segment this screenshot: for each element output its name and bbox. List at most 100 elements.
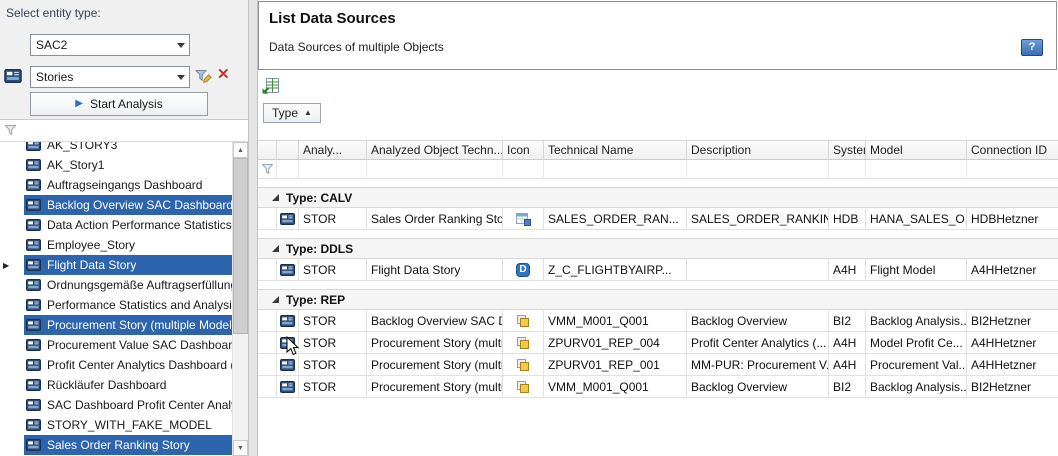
start-analysis-button[interactable]: ▶ Start Analysis [30, 92, 208, 116]
list-item-label: Procurement Value SAC Dashboard [47, 338, 232, 352]
group-expanded-icon [272, 245, 279, 252]
list-item[interactable]: Sales Order Ranking Story [0, 435, 232, 455]
list-item[interactable]: Procurement Story (multiple Models) [0, 315, 232, 335]
scrollbar-thumb[interactable] [233, 158, 248, 334]
column-header[interactable]: Description [687, 141, 829, 159]
help-button[interactable]: ? [1021, 39, 1043, 56]
data-row[interactable]: STORSales Order Ranking Story SALES_ORDE… [258, 208, 1058, 230]
list-item[interactable]: Procurement Value SAC Dashboard [0, 335, 232, 355]
filter-cell[interactable] [967, 160, 1058, 178]
scroll-up-button[interactable]: ▲ [233, 142, 248, 158]
data-cell: A4HHetzner [967, 332, 1058, 353]
group-label: Type: DDLS [286, 242, 353, 256]
row-gutter [0, 355, 24, 375]
group-by-type-chip[interactable]: Type ▲ [263, 103, 321, 123]
data-cell: STOR [299, 208, 367, 229]
cds-view-icon: D [516, 263, 530, 277]
list-item[interactable]: Data Action Performance Statistics an [0, 215, 232, 235]
export-excel-icon[interactable] [262, 78, 279, 97]
bw-query-icon [516, 314, 530, 327]
entity-type-label: Select entity type: [6, 6, 101, 20]
list-item-label: Employee_Story [47, 238, 135, 252]
list-item[interactable]: Performance Statistics and Analysis [0, 295, 232, 315]
story-icon [26, 159, 41, 171]
list-item[interactable]: AK_Story1 [0, 155, 232, 175]
list-item[interactable]: Profit Center Analytics Dashboard (Pr [0, 355, 232, 375]
data-cell: Procurement Story (multi... [367, 376, 503, 397]
story-icon [26, 439, 41, 451]
column-header[interactable]: Connection ID [967, 141, 1058, 159]
chevron-down-icon[interactable] [173, 75, 189, 80]
filter-row-funnel-cell[interactable] [258, 160, 277, 178]
filter-cell[interactable] [299, 160, 367, 178]
scroll-down-button[interactable]: ▼ [233, 440, 248, 456]
object-type-combobox[interactable]: Stories [30, 66, 190, 88]
list-item[interactable]: Auftragseingangs Dashboard [0, 175, 232, 195]
group-row[interactable]: Type: CALV [258, 187, 1058, 208]
list-item[interactable]: ▶ Flight Data Story [0, 255, 232, 275]
data-row[interactable]: STORProcurement Story (multi... VMM_M001… [258, 376, 1058, 398]
column-header[interactable]: Analyzed Object Techn.... [367, 141, 503, 159]
story-icon [26, 279, 41, 291]
stories-icon [4, 69, 22, 86]
story-icon [26, 179, 41, 191]
list-filter-row[interactable] [0, 121, 248, 142]
list-item-label: Profit Center Analytics Dashboard (Pr [47, 358, 232, 372]
list-item[interactable]: Backlog Overview SAC Dashboard [0, 195, 232, 215]
list-scrollbar[interactable]: ▲ ▼ [232, 142, 248, 456]
column-header[interactable]: System [829, 141, 866, 159]
filter-cell[interactable] [367, 160, 503, 178]
story-icon [280, 315, 295, 327]
filter-cell[interactable] [687, 160, 829, 178]
list-item[interactable]: AK_STORY3 [0, 142, 232, 155]
list-item[interactable]: Rückläufer Dashboard [0, 375, 232, 395]
column-header[interactable]: Technical Name [544, 141, 687, 159]
list-item-content: Rückläufer Dashboard [24, 375, 232, 395]
filter-cell[interactable] [829, 160, 866, 178]
sort-ascending-icon: ▲ [304, 109, 312, 117]
list-item[interactable]: Employee_Story [0, 235, 232, 255]
data-row[interactable]: STORFlight Data StoryDZ_C_FLIGHTBYAIRP..… [258, 259, 1058, 281]
row-gutter [0, 435, 24, 455]
data-cell: STOR [299, 376, 367, 397]
data-cell [258, 332, 277, 353]
data-cell: Sales Order Ranking Story [367, 208, 503, 229]
entity-type-combobox[interactable]: SAC2 [30, 34, 190, 56]
row-gutter [0, 375, 24, 395]
filter-cell[interactable] [866, 160, 967, 178]
panel-splitter[interactable] [248, 0, 258, 456]
column-header[interactable]: Icon [503, 141, 544, 159]
list-item-label: Auftragseingangs Dashboard [47, 178, 202, 192]
data-row[interactable]: STORProcurement Story (multi... ZPURV01_… [258, 354, 1058, 376]
story-icon [26, 359, 41, 371]
grid-filter-row[interactable] [258, 160, 1058, 179]
data-row[interactable]: STORProcurement Story (multi... ZPURV01_… [258, 332, 1058, 354]
filter-cell[interactable] [544, 160, 687, 178]
list-item-label: Backlog Overview SAC Dashboard [47, 198, 232, 212]
list-item[interactable]: Ordnungsgemäße Auftragserfüllung [0, 275, 232, 295]
row-gutter [0, 235, 24, 255]
list-item[interactable]: SAC Dashboard Profit Center Analytic [0, 395, 232, 415]
data-row[interactable]: STORBacklog Overview SAC D... VMM_M001_Q… [258, 310, 1058, 332]
chevron-down-icon[interactable] [173, 43, 189, 48]
data-cell: ZPURV01_REP_001 [544, 354, 687, 375]
report-header: List Data Sources Data Sources of multip… [258, 1, 1057, 70]
group-row[interactable]: Type: DDLS [258, 238, 1058, 259]
clear-filter-icon[interactable]: ✕ [217, 65, 230, 83]
column-header[interactable]: Model [866, 141, 967, 159]
left-panel: Select entity type: SAC2 Stories [0, 0, 248, 456]
filter-cell[interactable] [277, 160, 299, 178]
list-item-label: Procurement Story (multiple Models) [47, 318, 232, 332]
list-item[interactable]: STORY_WITH_FAKE_MODEL [0, 415, 232, 435]
filter-edit-icon[interactable] [195, 69, 212, 87]
list-item-content: Profit Center Analytics Dashboard (Pr [24, 355, 232, 375]
list-item-content: Sales Order Ranking Story [24, 435, 232, 455]
filter-cell[interactable] [503, 160, 544, 178]
group-row[interactable]: Type: REP [258, 289, 1058, 310]
start-analysis-label: Start Analysis [90, 97, 163, 111]
list-item-label: Ordnungsgemäße Auftragserfüllung [47, 278, 232, 292]
data-cell: Backlog Overview [687, 376, 829, 397]
data-cell: HDBHetzner [967, 208, 1058, 229]
column-header[interactable]: Analy... [299, 141, 367, 159]
bw-query-icon [516, 358, 530, 371]
